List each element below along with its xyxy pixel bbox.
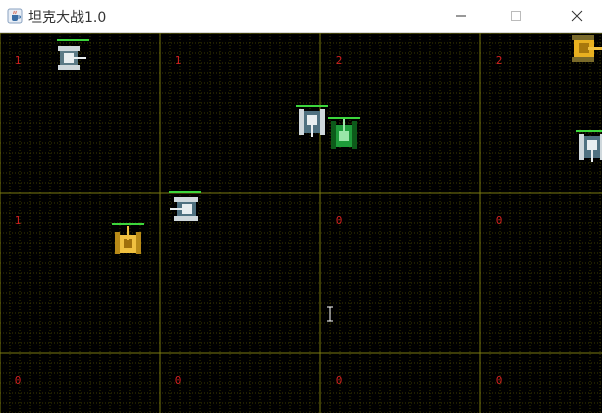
cell-number: 0 [14, 374, 22, 387]
window-title: 坦克大战1.0 [28, 10, 107, 26]
java-cup-icon [7, 8, 23, 24]
close-button[interactable] [556, 0, 602, 32]
close-icon [571, 10, 583, 22]
maximize-button[interactable] [495, 0, 541, 32]
enemy-tank-icon[interactable] [576, 132, 602, 164]
cell-number: 0 [495, 214, 503, 227]
tank-health-bar [57, 39, 89, 41]
player-tank-icon[interactable] [112, 226, 144, 258]
enemy-tank-icon[interactable] [169, 193, 201, 225]
enemy-gold-tank-icon[interactable] [570, 33, 602, 65]
cell-number: 0 [174, 374, 182, 387]
cell-number: 0 [335, 374, 343, 387]
minimize-icon [456, 15, 466, 17]
cell-number: 2 [495, 54, 503, 67]
cell-number: 0 [335, 214, 343, 227]
text-cursor-icon [327, 306, 333, 322]
cell-number: 2 [335, 54, 343, 67]
title-bar: 坦克大战1.0 [0, 0, 602, 33]
enemy-tank-icon[interactable] [55, 42, 87, 74]
ally-tank-icon[interactable] [328, 119, 360, 151]
minimize-button[interactable] [440, 0, 486, 32]
cell-number: 1 [174, 54, 182, 67]
cell-number: 0 [495, 374, 503, 387]
cell-number: 1 [14, 54, 22, 67]
maximize-icon [511, 11, 521, 21]
cell-number: 1 [14, 214, 22, 227]
tank-health-bar [112, 223, 144, 225]
enemy-tank-icon[interactable] [296, 107, 328, 139]
game-board[interactable]: 1 1 2 2 1 0 0 0 0 0 0 [0, 33, 602, 413]
board-grid [0, 33, 602, 413]
